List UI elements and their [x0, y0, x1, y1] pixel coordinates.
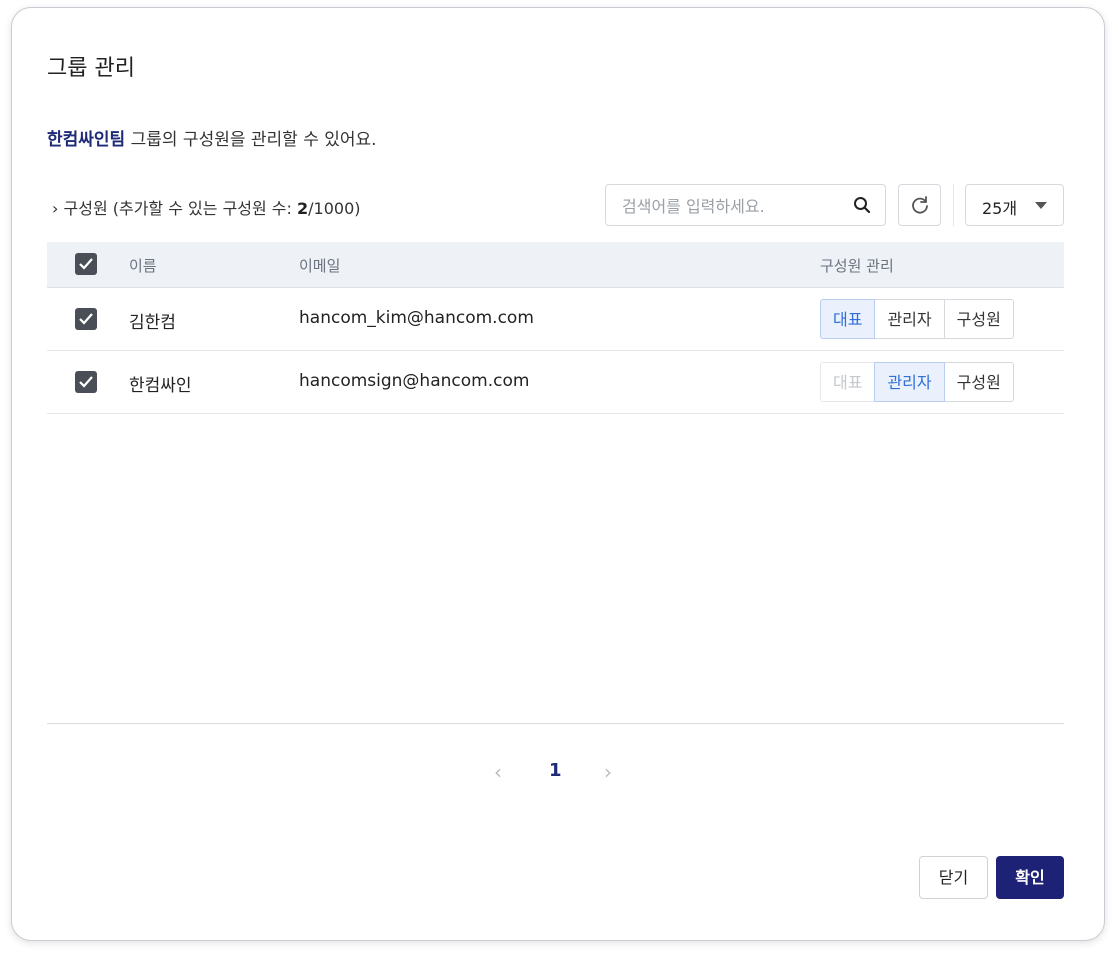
next-page-icon[interactable]: › — [604, 760, 612, 784]
role-segmented-control: 대표 관리자 구성원 — [820, 299, 1014, 339]
table-bottom-divider — [47, 723, 1064, 724]
role-admin-button[interactable]: 관리자 — [874, 299, 945, 339]
role-owner-button[interactable]: 대표 — [820, 299, 876, 339]
row-checkbox[interactable] — [75, 308, 97, 330]
search-input[interactable] — [620, 185, 834, 227]
members-table: 이름 이메일 구성원 관리 김한컴 hancom_kim@hancom.com … — [47, 242, 1064, 414]
refresh-button[interactable] — [898, 184, 941, 226]
role-admin-button[interactable]: 관리자 — [874, 362, 945, 402]
header-name: 이름 — [129, 257, 157, 275]
member-name: 김한컴 — [129, 313, 176, 333]
pagination: ‹ 1 › — [12, 760, 1106, 790]
member-email: hancomsign@hancom.com — [299, 371, 530, 391]
members-count: 2 — [297, 199, 309, 218]
role-segmented-control: 대표 관리자 구성원 — [820, 362, 1014, 402]
row-checkbox[interactable] — [75, 371, 97, 393]
dialog-title: 그룹 관리 — [47, 56, 135, 81]
check-icon — [79, 376, 93, 388]
prev-page-icon[interactable]: ‹ — [494, 760, 502, 784]
refresh-icon — [912, 196, 928, 214]
check-icon — [79, 258, 93, 270]
search-box — [605, 184, 886, 227]
dialog-subtitle: 한컴싸인팀 그룹의 구성원을 관리할 수 있어요. — [47, 125, 377, 150]
confirm-button[interactable]: 확인 — [996, 856, 1064, 899]
header-email: 이메일 — [299, 257, 341, 275]
caret-down-icon — [1035, 202, 1047, 209]
toolbar-divider — [953, 184, 954, 226]
header-role: 구성원 관리 — [820, 257, 894, 275]
close-button[interactable]: 닫기 — [919, 856, 988, 899]
members-label-prefix: 구성원 (추가할 수 있는 구성원 수: — [63, 199, 298, 218]
group-management-dialog: 그룹 관리 한컴싸인팀 그룹의 구성원을 관리할 수 있어요. › 구성원 (추… — [11, 7, 1105, 941]
group-name: 한컴싸인팀 — [47, 130, 126, 150]
select-all-checkbox[interactable] — [75, 253, 97, 275]
table-row: 김한컴 hancom_kim@hancom.com 대표 관리자 구성원 — [47, 288, 1064, 351]
table-row: 한컴싸인 hancomsign@hancom.com 대표 관리자 구성원 — [47, 351, 1064, 414]
members-toggle[interactable]: › 구성원 (추가할 수 있는 구성원 수: 2/1000) — [52, 195, 361, 219]
members-limit: /1000) — [308, 199, 361, 218]
chevron-right-icon: › — [52, 199, 59, 218]
page-number-current[interactable]: 1 — [549, 760, 562, 781]
role-member-button[interactable]: 구성원 — [943, 299, 1014, 339]
page-size-select[interactable]: 25개 — [965, 184, 1064, 226]
subtitle-text: 그룹의 구성원을 관리할 수 있어요. — [125, 130, 377, 150]
page-size-value: 25개 — [982, 199, 1018, 218]
member-email: hancom_kim@hancom.com — [299, 308, 534, 328]
role-owner-button: 대표 — [820, 362, 876, 402]
search-icon[interactable] — [853, 196, 871, 214]
role-member-button[interactable]: 구성원 — [943, 362, 1014, 402]
check-icon — [79, 313, 93, 325]
member-name: 한컴싸인 — [129, 376, 192, 396]
table-header: 이름 이메일 구성원 관리 — [47, 242, 1064, 288]
